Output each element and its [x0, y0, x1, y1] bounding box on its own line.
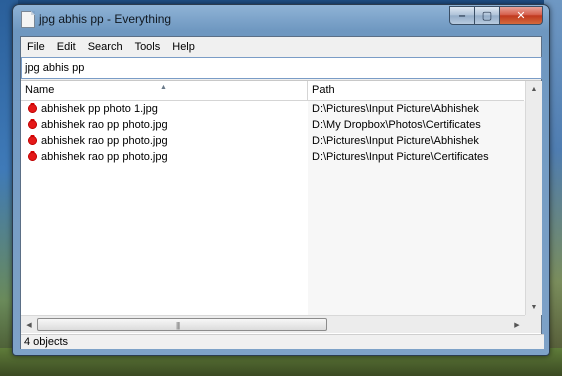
client-area: File Edit Search Tools Help jpg abhis pp…: [20, 36, 544, 349]
title-bar[interactable]: jpg abhis pp - Everything ‒ ▢ ✕: [13, 5, 549, 33]
column-header-name-label: Name: [25, 84, 55, 96]
close-button[interactable]: ✕: [500, 6, 543, 25]
horizontal-scrollbar[interactable]: ◀ ||| ▶: [21, 315, 525, 333]
caption-buttons: ‒ ▢ ✕: [449, 6, 543, 25]
file-name: abhishek rao pp photo.jpg: [41, 119, 168, 131]
list-item[interactable]: abhishek rao pp photo.jpg D:\Pictures\In…: [21, 134, 525, 150]
list-item[interactable]: abhishek rao pp photo.jpg D:\My Dropbox\…: [21, 118, 525, 134]
list-item[interactable]: abhishek pp photo 1.jpg D:\Pictures\Inpu…: [21, 102, 525, 118]
menu-edit[interactable]: Edit: [51, 37, 82, 57]
search-input[interactable]: jpg abhis pp: [21, 57, 542, 79]
document-icon: [21, 11, 35, 28]
file-path: D:\Pictures\Input Picture\Abhishek: [312, 103, 479, 115]
scroll-down-icon[interactable]: ▼: [526, 299, 542, 315]
menu-help[interactable]: Help: [166, 37, 201, 57]
status-bar: 4 objects: [21, 334, 544, 349]
file-path: D:\My Dropbox\Photos\Certificates: [312, 119, 481, 131]
file-name: abhishek pp photo 1.jpg: [41, 103, 158, 115]
file-path: D:\Pictures\Input Picture\Abhishek: [312, 135, 479, 147]
file-name-cell: abhishek rao pp photo.jpg: [27, 135, 168, 147]
file-name: abhishek rao pp photo.jpg: [41, 151, 168, 163]
file-path: D:\Pictures\Input Picture\Certificates: [312, 151, 489, 163]
results-list[interactable]: Name ▲ Path abhishek pp photo 1.jpg D:\P…: [21, 80, 542, 334]
image-file-icon: [27, 151, 38, 162]
window-title: jpg abhis pp - Everything: [39, 12, 172, 26]
image-file-icon: [27, 119, 38, 130]
scroll-left-icon[interactable]: ◀: [21, 316, 37, 333]
image-file-icon: [27, 135, 38, 146]
list-item[interactable]: abhishek rao pp photo.jpg D:\Pictures\In…: [21, 150, 525, 166]
scrollbar-corner: [525, 315, 541, 333]
file-name: abhishek rao pp photo.jpg: [41, 135, 168, 147]
menu-file[interactable]: File: [21, 37, 51, 57]
grip-icon: |||: [176, 321, 180, 330]
file-name-cell: abhishek rao pp photo.jpg: [27, 151, 168, 163]
menu-search[interactable]: Search: [82, 37, 129, 57]
sort-ascending-icon: ▲: [160, 84, 167, 91]
column-header-path[interactable]: Path: [308, 81, 524, 101]
scroll-up-icon[interactable]: ▲: [526, 81, 542, 97]
menu-bar: File Edit Search Tools Help: [21, 37, 541, 57]
menu-tools[interactable]: Tools: [129, 37, 167, 57]
horizontal-scroll-thumb[interactable]: |||: [37, 318, 327, 331]
scroll-right-icon[interactable]: ▶: [509, 316, 525, 333]
everything-window: jpg abhis pp - Everything ‒ ▢ ✕ File Edi…: [12, 4, 550, 356]
column-header-name[interactable]: Name ▲: [21, 81, 308, 101]
file-name-cell: abhishek pp photo 1.jpg: [27, 103, 158, 115]
minimize-button[interactable]: ‒: [449, 6, 475, 25]
image-file-icon: [27, 103, 38, 114]
file-name-cell: abhishek rao pp photo.jpg: [27, 119, 168, 131]
vertical-scrollbar[interactable]: ▲ ▼: [525, 81, 542, 315]
maximize-button[interactable]: ▢: [475, 6, 500, 25]
